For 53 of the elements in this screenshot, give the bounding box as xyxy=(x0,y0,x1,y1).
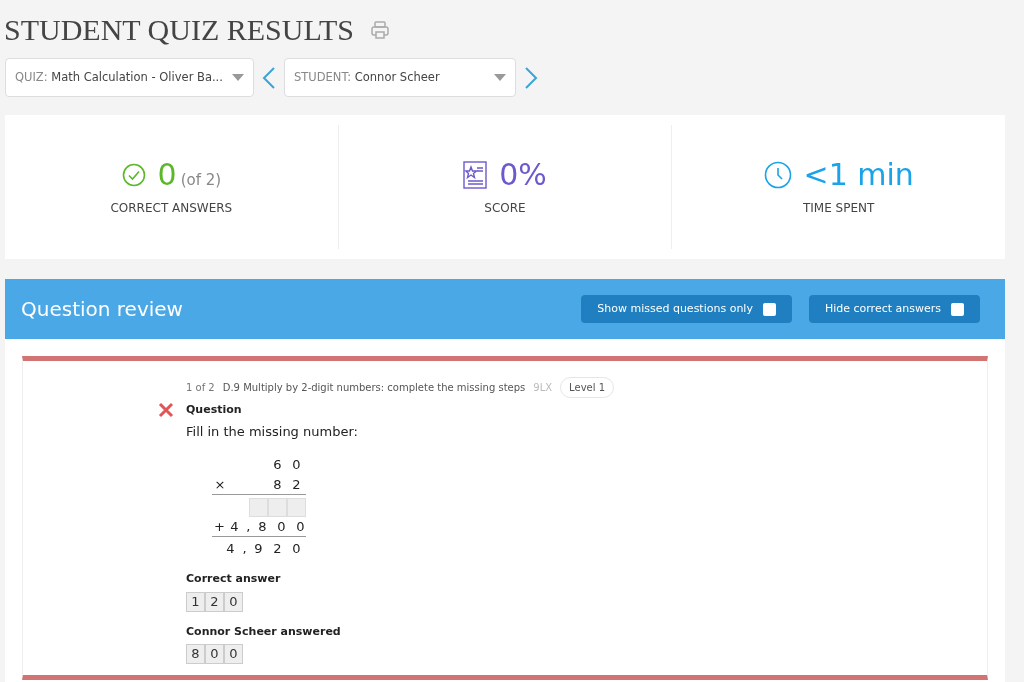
question-prompt: Fill in the missing number: xyxy=(186,422,359,441)
filter-dropdown[interactable]: QUIZ: Math Calculation - Oliver Ba... xyxy=(5,58,254,97)
digit: 8 xyxy=(257,517,268,536)
digit: 8 xyxy=(272,475,283,494)
stat-label: SCORE xyxy=(484,200,526,217)
stat-value: 0 xyxy=(157,157,177,193)
digit: 0 xyxy=(276,517,287,536)
digit: 0 xyxy=(295,517,306,536)
stat-value: 0% xyxy=(499,157,547,193)
digit: 6 xyxy=(272,456,283,475)
caret-icon xyxy=(494,74,506,81)
skill-name: D.9 Multiply by 2-digit numbers: complete the missing steps xyxy=(222,381,526,395)
digit: 2 xyxy=(272,540,283,559)
answer-digit: 0 xyxy=(205,644,224,664)
digit: 9 xyxy=(253,540,264,559)
digit: 4 xyxy=(225,540,236,559)
digit: 0 xyxy=(291,540,302,559)
digit: 4 xyxy=(229,517,240,536)
operator-sign: × xyxy=(214,475,226,494)
print-icon[interactable] xyxy=(370,20,391,40)
filter-toggle-button[interactable]: Show missed questions only xyxy=(581,295,792,323)
operator-sign: + xyxy=(214,517,225,536)
answer-label: Connor Scheer answered xyxy=(186,623,342,640)
answer-box[interactable] xyxy=(287,497,306,517)
digit: , xyxy=(245,517,252,536)
stat-label: CORRECT ANSWERS xyxy=(110,200,233,217)
digit: , xyxy=(241,540,248,559)
clock-icon xyxy=(763,161,792,189)
answer-box[interactable] xyxy=(249,497,268,517)
filter-toggle-button[interactable]: Hide correct answers xyxy=(808,295,980,323)
page-title: STUDENT QUIZ RESULTS xyxy=(4,12,355,48)
checkbox[interactable] xyxy=(951,302,964,316)
stat-total: (of 2) xyxy=(180,170,222,191)
question-heading: Question xyxy=(186,402,242,418)
check-circle-icon xyxy=(121,163,146,187)
answer-digit: 0 xyxy=(224,644,243,664)
answer-digit: 0 xyxy=(224,591,243,612)
checkbox[interactable] xyxy=(762,302,776,316)
certificate-icon xyxy=(463,161,488,189)
filter-dropdown[interactable]: STUDENT: Connor Scheer xyxy=(284,58,516,97)
review-title: Question review xyxy=(21,296,183,323)
answer-box[interactable] xyxy=(268,497,287,517)
question-position: 1 of 2 xyxy=(186,381,215,395)
answer-digit: 8 xyxy=(186,644,205,664)
stat-label: TIME SPENT xyxy=(803,200,875,217)
digit: 0 xyxy=(291,456,302,475)
caret-icon xyxy=(232,74,244,81)
answer-digit: 1 xyxy=(186,591,205,612)
digit: 2 xyxy=(291,475,302,494)
skill-code: 9LX xyxy=(533,381,553,395)
stat-value: <1 min xyxy=(803,157,914,193)
answer-digit: 2 xyxy=(205,591,224,612)
answer-label: Correct answer xyxy=(186,571,282,587)
